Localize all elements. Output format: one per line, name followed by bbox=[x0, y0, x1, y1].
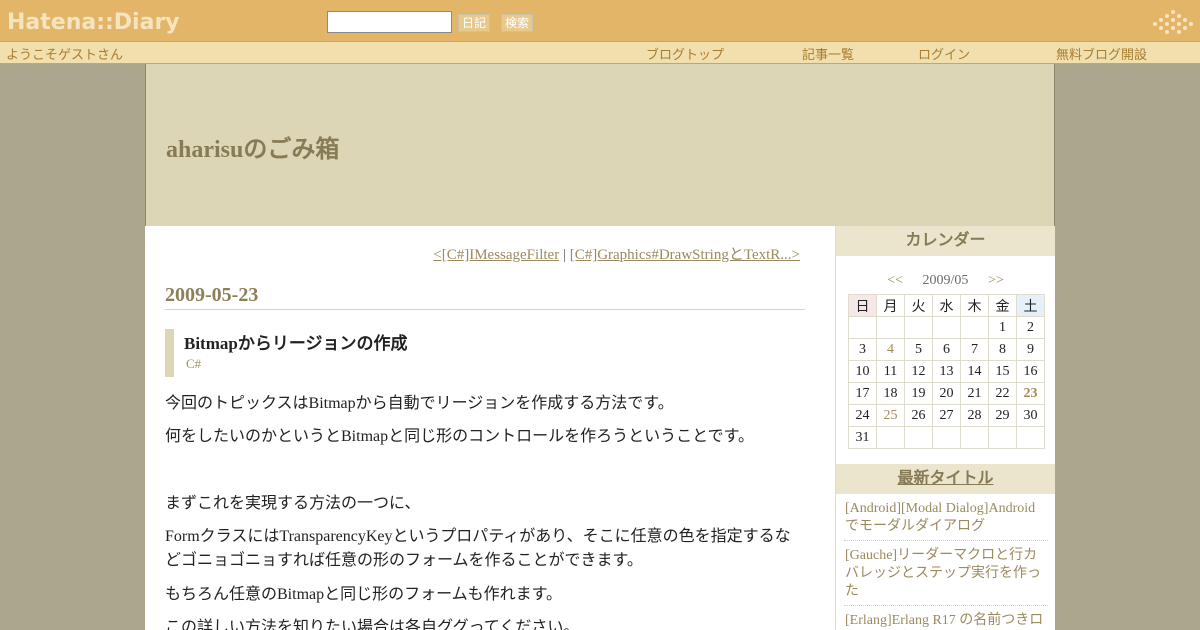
calendar-day: 21 bbox=[960, 382, 989, 405]
calendar-day: 16 bbox=[1016, 360, 1045, 383]
calendar-week-row: 24 25 26 27 28 29 30 bbox=[848, 404, 1045, 427]
diary-button[interactable]: 日記 bbox=[458, 14, 491, 32]
calendar-day: 26 bbox=[904, 404, 933, 427]
calendar-empty-cell bbox=[876, 426, 905, 449]
calendar-weekday: 日 bbox=[848, 294, 877, 317]
calendar-day: 8 bbox=[988, 338, 1017, 361]
calendar-day[interactable]: 4 bbox=[876, 338, 905, 361]
entry-paragraph: この詳しい方法を知りたい場合は各自ググってください。 bbox=[165, 619, 580, 630]
entry-title[interactable]: Bitmapからリージョンの作成 bbox=[184, 329, 805, 355]
calendar-day: 3 bbox=[848, 338, 877, 361]
calendar-day: 28 bbox=[960, 404, 989, 427]
calendar-day: 9 bbox=[1016, 338, 1045, 361]
calendar-empty-cell bbox=[932, 316, 961, 339]
nav-login-link[interactable]: ログイン bbox=[918, 44, 970, 63]
search-button[interactable]: 検索 bbox=[501, 14, 534, 32]
calendar-day: 10 bbox=[848, 360, 877, 383]
calendar-weekday: 木 bbox=[960, 294, 989, 317]
calendar-day: 20 bbox=[932, 382, 961, 405]
calendar-day: 17 bbox=[848, 382, 877, 405]
calendar-day: 27 bbox=[932, 404, 961, 427]
calendar-day: 18 bbox=[876, 382, 905, 405]
nav-blog-top-link[interactable]: ブログトップ bbox=[646, 44, 724, 63]
calendar-weekday: 水 bbox=[932, 294, 961, 317]
section-header: Bitmapからリージョンの作成 C# bbox=[165, 329, 805, 377]
calendar-week-row: 31 bbox=[848, 426, 1045, 449]
calendar-weekday: 土 bbox=[1016, 294, 1045, 317]
calendar-week-row: 12 bbox=[848, 316, 1045, 339]
latest-title-link[interactable]: [Android][Modal Dialog]Androidでモーダルダイアログ bbox=[844, 498, 1048, 541]
search-input[interactable] bbox=[327, 11, 452, 33]
entry-category-link[interactable]: C# bbox=[184, 355, 805, 373]
calendar-day: 30 bbox=[1016, 404, 1045, 427]
calendar-day: 12 bbox=[904, 360, 933, 383]
entry-pager: <[C#]IMessageFilter | [C#]Graphics#DrawS… bbox=[433, 243, 800, 264]
calendar-day: 7 bbox=[960, 338, 989, 361]
nav-free-blog-link[interactable]: 無料ブログ開設 bbox=[1056, 44, 1147, 63]
latest-titles-list: [Android][Modal Dialog]Androidでモーダルダイアログ… bbox=[844, 498, 1048, 630]
calendar-day[interactable]: 25 bbox=[876, 404, 905, 427]
prev-entry-link[interactable]: <[C#]IMessageFilter bbox=[433, 247, 559, 263]
pager-separator: | bbox=[562, 247, 566, 263]
calendar-day: 5 bbox=[904, 338, 933, 361]
calendar-body: 1 2 3 4 5 6 7 8 9 10 11 12 13 14 15 16 17 18 19 20 21 22 23 24 2… bbox=[848, 316, 1045, 449]
user-bar: ようこそゲストさん ブログトップ 記事一覧 ログイン 無料ブログ開設 bbox=[0, 41, 1200, 64]
calendar-week-row: 10 11 12 13 14 15 16 bbox=[848, 360, 1045, 383]
latest-title-link[interactable]: [Gauche]リーダーマクロと行カバレッジとステップ実行を作った bbox=[844, 545, 1048, 606]
calendar-day[interactable]: 23 bbox=[1016, 382, 1045, 405]
calendar-empty-cell bbox=[876, 316, 905, 339]
next-entry-link[interactable]: [C#]Graphics#DrawStringとTextR...> bbox=[570, 247, 800, 263]
welcome-text: ようこそゲストさん bbox=[6, 48, 124, 63]
calendar-day: 14 bbox=[960, 360, 989, 383]
calendar-empty-cell bbox=[904, 316, 933, 339]
calendar-prev-link[interactable]: << bbox=[887, 273, 903, 288]
entry-paragraph: 今回のトピックスはBitmapから自動でリージョンを作成する方法です。 bbox=[165, 395, 674, 412]
blog-header: aharisuのごみ箱 bbox=[145, 64, 1055, 226]
calendar-day: 29 bbox=[988, 404, 1017, 427]
main-content: <[C#]IMessageFilter | [C#]Graphics#DrawS… bbox=[145, 226, 835, 630]
entry-paragraph: FormクラスにはTransparencyKeyというプロパティがあり、そこに任… bbox=[165, 528, 791, 569]
calendar-month: 2009/05 bbox=[922, 273, 969, 288]
calendar-empty-cell bbox=[988, 426, 1017, 449]
calendar-day: 19 bbox=[904, 382, 933, 405]
calendar-table: 日月火水木金土 1 2 3 4 5 6 7 8 9 10 11 12 13 14 15 16 17 18 19 20 2… bbox=[848, 294, 1045, 449]
latest-titles-heading[interactable]: 最新タイトル bbox=[836, 464, 1055, 494]
hatena-topbar: Hatena::Diary 日記 検索 bbox=[0, 0, 1200, 41]
blog-title[interactable]: aharisuのごみ箱 bbox=[166, 129, 339, 164]
calendar-day: 15 bbox=[988, 360, 1017, 383]
calendar-day: 1 bbox=[988, 316, 1017, 339]
entry-paragraph: もちろん任意のBitmapと同じ形のフォームも作れます。 bbox=[165, 586, 563, 603]
sidebar: カレンダー << 2009/05 >> 日月火水木金土 1 2 3 4 5 6 7 8 9 10 1… bbox=[835, 226, 1055, 630]
calendar-weekday: 火 bbox=[904, 294, 933, 317]
calendar-day: 6 bbox=[932, 338, 961, 361]
calendar-week-row: 17 18 19 20 21 22 23 bbox=[848, 382, 1045, 405]
calendar-empty-cell bbox=[960, 426, 989, 449]
latest-title-link[interactable]: [Erlang]Erlang R17 の名前つきローカル関数の速度 bbox=[844, 610, 1048, 630]
calendar-heading: カレンダー bbox=[836, 226, 1055, 256]
calendar-day: 22 bbox=[988, 382, 1017, 405]
calendar-day: 13 bbox=[932, 360, 961, 383]
calendar-day: 2 bbox=[1016, 316, 1045, 339]
calendar-week-row: 3456789 bbox=[848, 338, 1045, 361]
calendar-weekday-row: 日月火水木金土 bbox=[848, 294, 1045, 317]
nav-article-list-link[interactable]: 記事一覧 bbox=[802, 44, 854, 63]
entry-paragraph: まずこれを実現する方法の一つに、 bbox=[165, 495, 421, 512]
calendar-empty-cell bbox=[1016, 426, 1045, 449]
hatena-diary-logo[interactable]: Hatena::Diary bbox=[7, 10, 180, 35]
calendar-day: 31 bbox=[848, 426, 877, 449]
calendar-empty-cell bbox=[848, 316, 877, 339]
calendar-day: 24 bbox=[848, 404, 877, 427]
calendar-empty-cell bbox=[960, 316, 989, 339]
hatena-dots-icon[interactable] bbox=[1152, 9, 1194, 35]
calendar-weekday: 月 bbox=[876, 294, 905, 317]
calendar-next-link[interactable]: >> bbox=[988, 273, 1004, 288]
entry-paragraph: 何をしたいのかというとBitmapと同じ形のコントロールを作ろうということです。 bbox=[165, 428, 755, 445]
calendar-nav: << 2009/05 >> bbox=[836, 273, 1055, 289]
calendar-day: 11 bbox=[876, 360, 905, 383]
calendar-weekday: 金 bbox=[988, 294, 1017, 317]
calendar-empty-cell bbox=[932, 426, 961, 449]
entry-date[interactable]: 2009-05-23 bbox=[165, 284, 805, 310]
calendar-empty-cell bbox=[904, 426, 933, 449]
